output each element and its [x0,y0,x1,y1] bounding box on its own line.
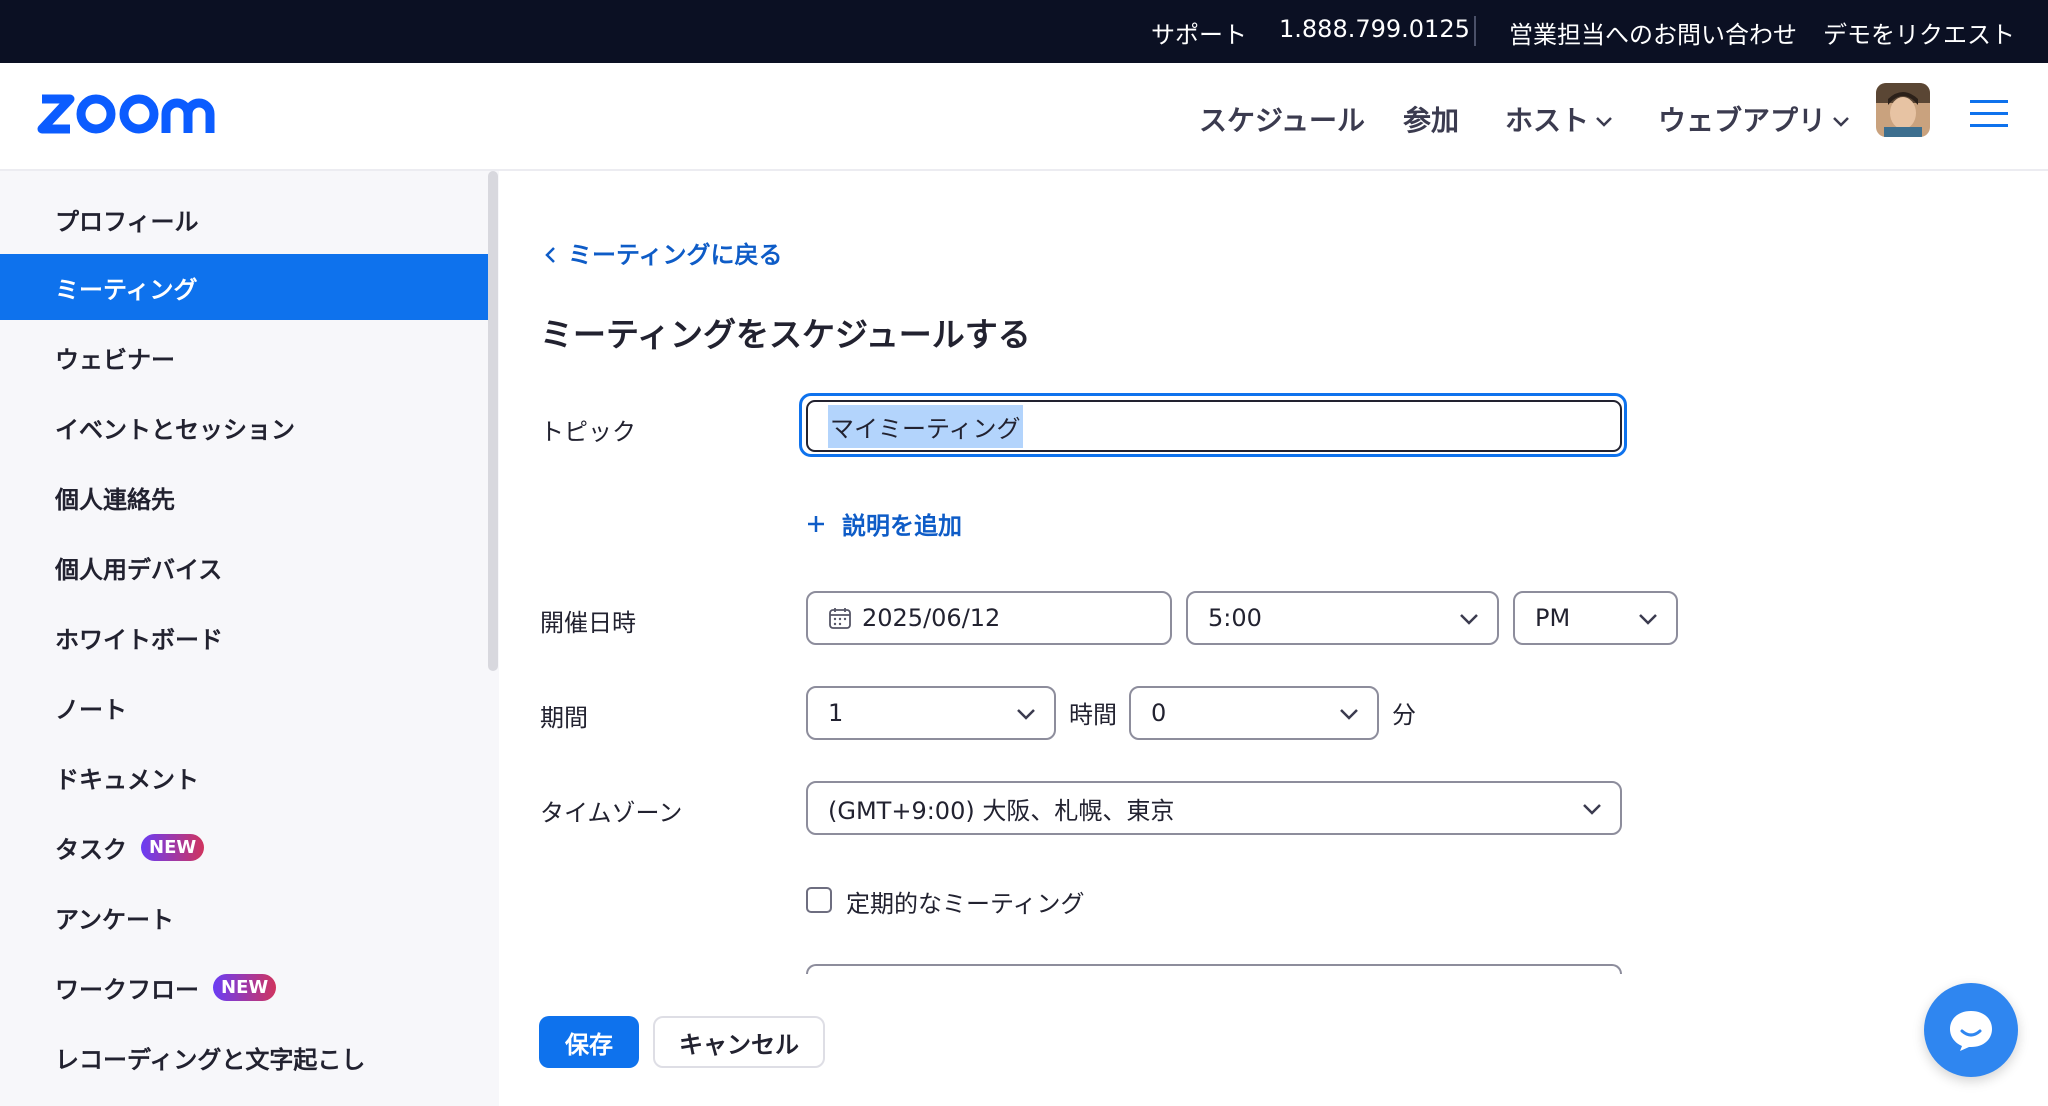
sidebar-scrollbar[interactable] [488,171,498,671]
chevron-down-icon [1639,614,1657,625]
hours-unit: 時間 [1069,701,1117,729]
chevron-down-icon [1833,117,1849,127]
sidebar-item-tasks[interactable]: タスク NEW [0,814,489,880]
chat-bubble-icon [1950,1011,1992,1051]
zoom-logo[interactable] [36,89,222,139]
sidebar-item-profile[interactable]: プロフィール [0,186,489,252]
back-to-meetings-link[interactable]: ミーティングに戻る [544,235,783,270]
utility-bar: サポート 1.888.799.0125 営業担当へのお問い合わせ デモをリクエス… [0,0,2048,63]
recurring-label[interactable]: 定期的なミーティング [846,884,1085,919]
topic-label: トピック [540,418,636,446]
plus-icon [808,515,824,532]
sidebar-item-workflows[interactable]: ワークフロー NEW [0,954,489,1020]
chevron-down-icon [1017,709,1035,720]
avatar[interactable] [1876,83,1930,137]
request-demo-link[interactable]: デモをリクエスト [1823,15,2015,50]
minutes-unit: 分 [1392,701,1416,729]
sidebar-item-notes[interactable]: ノート [0,674,489,740]
topbar-divider [1474,16,1476,46]
new-badge: NEW [213,973,277,1001]
nav-schedule[interactable]: スケジュール [1199,99,1365,139]
add-description-button[interactable]: 説明を追加 [806,506,962,541]
chevron-down-icon [1583,804,1601,815]
nav-join[interactable]: 参加 [1403,99,1459,139]
duration-label: 期間 [540,704,588,732]
duration-hours-select[interactable]: 1 [806,686,1056,740]
chevron-down-icon [1340,709,1358,720]
nav-web-app[interactable]: ウェブアプリ [1658,99,1850,139]
sidebar-item-webinars[interactable]: ウェビナー [0,324,489,390]
sidebar-item-whiteboards[interactable]: ホワイトボード [0,604,489,670]
contact-sales-link[interactable]: 営業担当へのお問い合わせ [1509,15,1797,50]
time-select[interactable]: 5:00 [1186,591,1499,645]
phone-link[interactable]: 1.888.799.0125 [1279,15,1470,43]
save-button[interactable]: 保存 [539,1016,639,1068]
chevron-left-icon [545,247,555,263]
topic-input[interactable]: マイミーティング [806,400,1622,452]
main-header: スケジュール 参加 ホスト ウェブアプリ [0,63,2048,171]
new-badge: NEW [141,833,205,861]
cancel-button[interactable]: キャンセル [653,1016,825,1068]
sidebar-item-surveys[interactable]: アンケート [0,884,489,950]
duration-minutes-select[interactable]: 0 [1129,686,1379,740]
sidebar-item-events[interactable]: イベントとセッション [0,394,489,460]
nav-host[interactable]: ホスト [1505,99,1613,139]
page-title: ミーティングをスケジュールする [540,315,1031,354]
chat-support-button[interactable] [1924,983,2018,1077]
ampm-select[interactable]: PM [1513,591,1678,645]
sidebar-item-meetings[interactable]: ミーティング [0,254,489,320]
datetime-label: 開催日時 [540,609,636,637]
sidebar-item-devices[interactable]: 個人用デバイス [0,534,489,600]
hamburger-menu-icon[interactable] [1970,100,2008,128]
recurring-checkbox[interactable] [806,887,832,913]
next-field-partial[interactable] [806,964,1622,974]
sidebar: プロフィール ミーティング ウェビナー イベントとセッション 個人連絡先 個人用… [0,171,499,1106]
timezone-select[interactable]: (GMT+9:00) 大阪、札幌、東京 [806,781,1622,835]
avatar-image-icon [1876,83,1930,137]
topic-value: マイミーティング [828,404,1023,448]
chevron-down-icon [1596,117,1612,127]
sidebar-item-contacts[interactable]: 個人連絡先 [0,464,489,530]
support-link[interactable]: サポート [1151,15,1247,50]
sidebar-item-documents[interactable]: ドキュメント [0,744,489,810]
timezone-label: タイムゾーン [540,799,683,827]
sidebar-item-recordings[interactable]: レコーディングと文字起こし [0,1024,489,1090]
date-picker[interactable]: 2025/06/12 [806,591,1172,645]
chevron-down-icon [1460,614,1478,625]
calendar-icon [829,608,851,629]
